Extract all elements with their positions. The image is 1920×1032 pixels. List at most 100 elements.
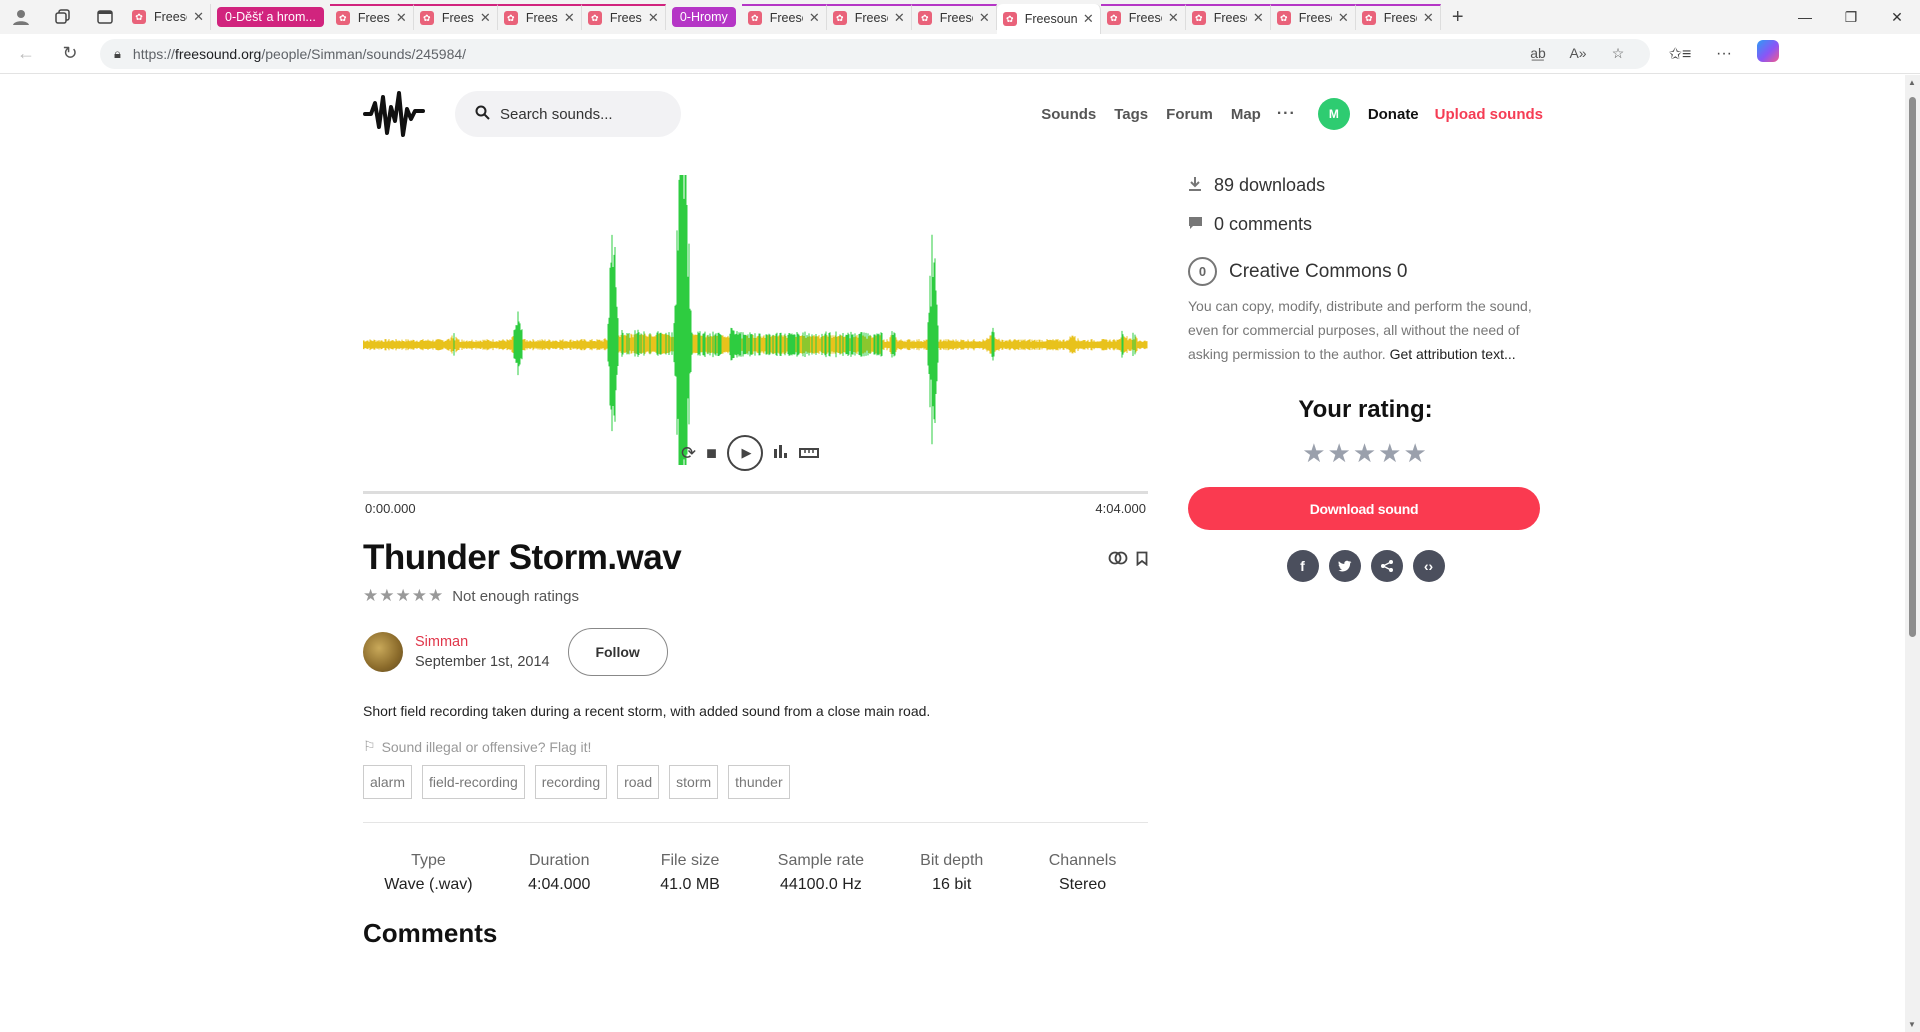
twitter-icon[interactable] [1328, 550, 1361, 582]
new-tab-button[interactable]: + [1441, 6, 1475, 29]
close-tab-icon[interactable]: ✕ [809, 10, 820, 26]
url-field[interactable]: 🔒︎ https://freesound.org/people/Simman/s… [100, 38, 1650, 69]
reload-icon[interactable]: ↻ [52, 36, 88, 72]
bookmark-icon[interactable] [1136, 551, 1148, 571]
similar-sounds-icon[interactable] [1108, 551, 1128, 571]
minimize-icon[interactable]: — [1782, 0, 1828, 34]
close-tab-icon[interactable]: ✕ [1168, 10, 1179, 26]
upload-sounds-link[interactable]: Upload sounds [1435, 106, 1543, 123]
license-heading[interactable]: 0 Creative Commons 0 [1188, 257, 1543, 286]
property-value: 41.0 MB [660, 876, 720, 893]
tag-item[interactable]: recording [534, 765, 608, 799]
tag-item[interactable]: thunder [728, 765, 790, 799]
freesound-favicon-icon: ✿ [132, 10, 146, 24]
read-aloud-icon[interactable]: A» [1558, 45, 1598, 62]
close-tab-icon[interactable]: ✕ [193, 9, 204, 25]
browser-tab[interactable]: ✿ Freesound ✕ [911, 4, 997, 30]
author-link[interactable]: Simman [415, 634, 550, 650]
close-tab-icon[interactable]: ✕ [1083, 11, 1094, 27]
facebook-icon[interactable]: f [1286, 550, 1319, 582]
nav-tags[interactable]: Tags [1114, 106, 1148, 123]
close-tab-icon[interactable]: ✕ [648, 10, 659, 26]
author-avatar[interactable] [363, 632, 403, 672]
url-prefix: https:// [132, 45, 175, 62]
vertical-tabs-icon[interactable] [84, 0, 126, 34]
ruler-icon[interactable] [798, 443, 819, 464]
browser-tab[interactable]: ✿ Freesound ✕ [741, 4, 827, 30]
scrollbar-thumb[interactable] [1909, 97, 1916, 637]
divider [363, 822, 1148, 823]
follow-button[interactable]: Follow [567, 628, 668, 676]
downloads-stat[interactable]: 89 downloads [1188, 175, 1543, 196]
donate-link[interactable]: Donate [1368, 106, 1419, 123]
page-scrollbar[interactable]: ▲ ▼ [1905, 75, 1920, 1032]
attribution-link[interactable]: Get attribution text... [1390, 346, 1516, 362]
rate-stars-input[interactable]: ★★★★★ [1188, 438, 1543, 469]
copilot-icon[interactable] [1746, 40, 1790, 67]
browser-tab[interactable]: ✿ Freesound ✕ [413, 4, 498, 30]
browser-tab[interactable]: ✿ Freesound ✕ [1355, 4, 1441, 30]
tag-item[interactable]: storm [669, 765, 719, 799]
download-sound-button[interactable]: Download sound [1188, 487, 1540, 530]
scroll-down-icon[interactable]: ▼ [1908, 1020, 1916, 1029]
tab-active[interactable]: ✿ Freesound ✕ [996, 4, 1101, 34]
browser-tab[interactable]: ✿ Freesound ✕ [826, 4, 912, 30]
tab-title: Freesound [1128, 11, 1162, 25]
workspaces-icon[interactable] [42, 0, 84, 34]
embed-code-icon[interactable]: ‹› [1412, 550, 1445, 582]
close-tab-icon[interactable]: ✕ [1338, 10, 1349, 26]
profile-icon[interactable] [0, 0, 42, 34]
property-value: 16 bit [932, 876, 972, 893]
user-avatar[interactable]: M [1317, 98, 1350, 130]
browser-tab[interactable]: ✿ Freesound ✕ [1270, 4, 1356, 30]
browser-tab[interactable]: ✿ Freesound ✕ [1185, 4, 1271, 30]
freesound-logo[interactable] [363, 89, 425, 139]
lock-icon[interactable]: 🔒︎ [114, 46, 121, 62]
search-input[interactable]: Search sounds... [455, 91, 681, 137]
waveform[interactable] [363, 175, 1148, 465]
nav-forum[interactable]: Forum [1166, 106, 1213, 123]
property-sample-rate: Sample rate 44100.0 Hz [755, 852, 886, 894]
close-tab-icon[interactable]: ✕ [1253, 10, 1264, 26]
browser-tab[interactable]: ✿ Freesound ✕ [581, 4, 666, 30]
scroll-up-icon[interactable]: ▲ [1908, 78, 1916, 87]
tag-item[interactable]: field-recording [422, 765, 525, 799]
share-icon[interactable] [1370, 550, 1403, 582]
favorites-icon[interactable]: ✩≡ [1658, 44, 1702, 64]
main-nav: Sounds Tags Forum Map ··· M Donate Uploa… [1023, 98, 1543, 130]
close-tab-icon[interactable]: ✕ [894, 10, 905, 26]
tab-group-label[interactable]: 0-Děšť a hrom... [217, 7, 324, 27]
close-window-icon[interactable]: ✕ [1874, 0, 1920, 34]
property-value: 4:04.000 [528, 876, 591, 893]
close-tab-icon[interactable]: ✕ [480, 10, 491, 26]
author-block: Simman September 1st, 2014 Follow [363, 628, 668, 676]
comments-stat[interactable]: 0 comments [1188, 214, 1543, 235]
tag-item[interactable]: alarm [363, 765, 413, 799]
tab-title: Freesound [1383, 11, 1417, 25]
comments-count: 0 comments [1214, 214, 1313, 234]
tab-group-label[interactable]: 0-Hromy [671, 7, 736, 27]
restore-icon[interactable]: ❐ [1828, 0, 1874, 34]
back-icon[interactable]: ← [8, 36, 44, 72]
close-tab-icon[interactable]: ✕ [979, 10, 990, 26]
play-icon[interactable]: ▶ [726, 435, 763, 471]
close-tab-icon[interactable]: ✕ [564, 10, 575, 26]
playback-progress[interactable] [363, 491, 1148, 494]
browser-tab[interactable]: ✿ Freesound ✕ [329, 4, 414, 30]
more-menu-icon[interactable]: ··· [1702, 45, 1746, 63]
nav-more-icon[interactable]: ··· [1277, 105, 1296, 123]
translate-icon[interactable]: a͟b [1518, 45, 1558, 62]
close-tab-icon[interactable]: ✕ [396, 10, 407, 26]
spectrogram-toggle-icon[interactable] [773, 443, 789, 464]
browser-tab[interactable]: ✿ Freesound ✕ [1100, 4, 1186, 30]
browser-tab[interactable]: ✿ Freesound ✕ [497, 4, 582, 30]
stop-icon[interactable]: ■ [706, 443, 717, 464]
nav-map[interactable]: Map [1231, 106, 1261, 123]
tag-item[interactable]: road [617, 765, 660, 799]
close-tab-icon[interactable]: ✕ [1423, 10, 1434, 26]
flag-link[interactable]: ⚐ Sound illegal or offensive? Flag it! [363, 738, 591, 755]
browser-tab[interactable]: ✿ Freesound ✕ [126, 4, 211, 30]
favorite-star-icon[interactable]: ☆ [1598, 45, 1638, 62]
nav-sounds[interactable]: Sounds [1041, 106, 1096, 123]
loop-icon[interactable]: ⟳ [681, 443, 696, 464]
